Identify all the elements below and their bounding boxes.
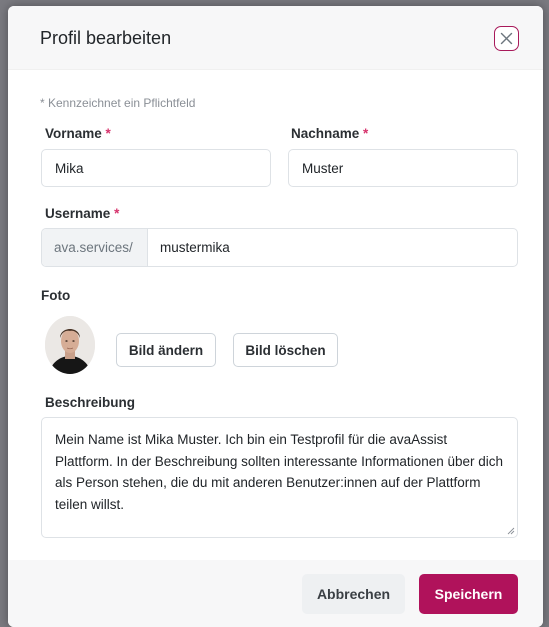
change-photo-button[interactable]: Bild ändern (116, 333, 216, 367)
edit-profile-dialog: Profil bearbeiten * Kennzeichnet ein Pfl… (8, 6, 543, 627)
required-marker: * (105, 126, 111, 141)
firstname-input[interactable]: Mika (41, 149, 271, 187)
username-label-text: Username (45, 206, 111, 221)
required-marker: * (114, 206, 120, 221)
resize-grip-icon[interactable] (507, 527, 515, 535)
dialog-title: Profil bearbeiten (40, 28, 172, 48)
lastname-label-text: Nachname (291, 126, 360, 141)
description-value: Mein Name ist Mika Muster. Ich bin ein T… (55, 432, 503, 512)
lastname-input[interactable]: Muster (288, 149, 518, 187)
username-label: Username * (45, 206, 119, 221)
lastname-value: Muster (302, 160, 344, 176)
delete-photo-button[interactable]: Bild löschen (233, 333, 338, 367)
username-input-group: ava.services/ mustermika (41, 228, 518, 267)
description-textarea[interactable]: Mein Name ist Mika Muster. Ich bin ein T… (41, 417, 518, 538)
dialog-body: * Kennzeichnet ein Pflichtfeld Vorname *… (8, 70, 543, 560)
required-marker: * (363, 126, 369, 141)
description-label: Beschreibung (45, 395, 136, 410)
close-button[interactable] (494, 26, 519, 51)
username-value: mustermika (160, 240, 230, 255)
firstname-label-text: Vorname (45, 126, 102, 141)
dialog-header: Profil bearbeiten (8, 6, 543, 70)
firstname-value: Mika (55, 160, 84, 176)
firstname-label: Vorname * (45, 126, 111, 141)
cancel-button[interactable]: Abbrechen (302, 574, 405, 614)
username-input[interactable]: mustermika (148, 229, 517, 266)
save-button[interactable]: Speichern (419, 574, 518, 614)
avatar (45, 316, 95, 374)
dialog-footer: Abbrechen Speichern (8, 560, 543, 627)
photo-label: Foto (41, 288, 71, 303)
required-field-note: * Kennzeichnet ein Pflichtfeld (40, 96, 196, 110)
profile-photo-image (45, 316, 95, 374)
username-prefix: ava.services/ (42, 229, 148, 266)
lastname-label: Nachname * (291, 126, 368, 141)
close-x-icon (500, 32, 513, 45)
